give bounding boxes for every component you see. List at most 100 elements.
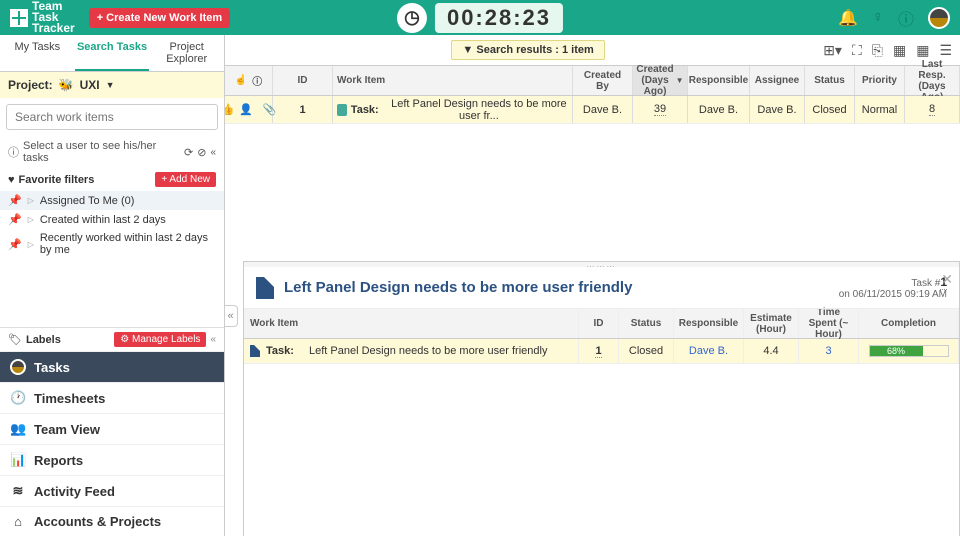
timer: ◷ 00:28:23: [397, 3, 563, 33]
nav-tasks[interactable]: Tasks: [0, 351, 224, 382]
nav-accounts[interactable]: ⌂Accounts & Projects: [0, 506, 224, 536]
clear-icon[interactable]: ⊘: [197, 146, 206, 159]
sort-desc-icon: ▼: [676, 76, 684, 85]
clock-icon[interactable]: ◷: [397, 3, 427, 33]
hand-icon[interactable]: ☝: [235, 75, 247, 86]
filter-created-2days[interactable]: 📌▷Created within last 2 days: [0, 210, 224, 229]
manage-labels-button[interactable]: ⚙ Manage Labels: [114, 332, 206, 347]
collapse-handle[interactable]: «: [225, 305, 238, 327]
dcol-responsible[interactable]: Responsible: [674, 309, 744, 338]
nav-reports[interactable]: 📊Reports: [0, 444, 224, 475]
nav-activity-feed[interactable]: ≋Activity Feed: [0, 475, 224, 506]
chart-icon: 📊: [10, 452, 26, 468]
row-id: 1: [299, 104, 305, 116]
results-toolbar: ▼ Search results : 1 item ⊞▾ ⛶ ⎘ ▦ ▦ ☰: [225, 35, 960, 66]
logo-icon: [10, 9, 28, 27]
task-type-icon: [337, 104, 347, 116]
timer-value: 00:28:23: [435, 3, 563, 33]
grid-view-icon[interactable]: ▦: [916, 42, 929, 59]
crop-icon[interactable]: ⛶: [852, 42, 862, 59]
col-status[interactable]: Status: [805, 66, 855, 95]
col-assignee[interactable]: Assignee: [750, 66, 805, 95]
team-icon: 👥: [10, 421, 26, 437]
user-icon[interactable]: 👤: [239, 103, 253, 116]
row-last-resp: 8: [929, 103, 935, 116]
info-icon[interactable]: ⓘ: [898, 6, 914, 30]
refresh-icon[interactable]: ⟳: [184, 146, 193, 159]
add-filter-button[interactable]: + Add New: [155, 172, 216, 187]
row-created-days: 39: [654, 103, 666, 116]
create-work-item-button[interactable]: + Create New Work Item: [89, 8, 230, 28]
col-last-resp[interactable]: Last Resp. (Days Ago): [905, 66, 960, 95]
main-panel: ▼ Search results : 1 item ⊞▾ ⛶ ⎘ ▦ ▦ ☰ ☝…: [225, 35, 960, 536]
export-pdf-icon[interactable]: ⎘: [872, 42, 883, 59]
dcol-estimate[interactable]: Estimate (Hour): [744, 309, 799, 338]
dcol-status[interactable]: Status: [619, 309, 674, 338]
search-input[interactable]: [6, 104, 218, 130]
col-responsible[interactable]: Responsible: [688, 66, 750, 95]
col-work-item[interactable]: Work Item: [333, 66, 573, 95]
row-responsible: Dave B.: [688, 96, 750, 123]
project-name[interactable]: UXI: [80, 78, 100, 92]
detail-row[interactable]: Task: Left Panel Design needs to be more…: [244, 339, 959, 364]
close-icon[interactable]: ✕: [941, 271, 953, 288]
home-icon: ⌂: [10, 514, 26, 529]
tag-icon: 🏷: [8, 333, 22, 346]
detail-panel: ⋯⋯⋯ Left Panel Design needs to be more u…: [243, 261, 960, 536]
row-created-by: Dave B.: [573, 96, 633, 123]
dcol-work-item[interactable]: Work Item: [244, 309, 579, 338]
chevron-down-icon[interactable]: ▼: [106, 80, 115, 90]
dcol-id[interactable]: ID: [579, 309, 619, 338]
drow-time-spent[interactable]: 3: [825, 345, 831, 357]
project-icon: 🐝: [59, 78, 74, 92]
clock-icon: 🕐: [10, 390, 26, 406]
detail-meta: Task #1 on 06/11/2015 09:19 AM: [839, 275, 947, 300]
row-priority: Normal: [855, 96, 905, 123]
drow-responsible[interactable]: Dave B.: [689, 345, 728, 357]
heart-icon: ♥: [8, 174, 15, 186]
col-id[interactable]: ID: [273, 66, 333, 95]
collapse-icon[interactable]: «: [210, 334, 216, 345]
row-status: Closed: [805, 96, 855, 123]
thumbs-up-icon[interactable]: 👍: [225, 103, 234, 116]
export-excel-icon[interactable]: ▦: [893, 42, 906, 59]
detail-title: Left Panel Design needs to be more user …: [284, 279, 632, 296]
col-priority[interactable]: Priority: [855, 66, 905, 95]
pin-icon: 📌: [8, 238, 22, 251]
nav-team-view[interactable]: 👥Team View: [0, 413, 224, 444]
col-created-days[interactable]: Created (Days Ago)▼: [633, 66, 688, 95]
drow-id: 1: [595, 345, 601, 358]
filter-assigned-to-me[interactable]: 📌▷Assigned To Me (0): [0, 191, 224, 210]
avatar[interactable]: [928, 7, 950, 29]
select-user-hint: ⓘ Select a user to see his/her tasks ⟳ ⊘…: [0, 136, 224, 168]
row-name: Left Panel Design needs to be more user …: [390, 98, 568, 122]
tab-my-tasks[interactable]: My Tasks: [0, 35, 75, 71]
bell-icon[interactable]: 🔔: [838, 8, 858, 28]
pin-icon: 📌: [8, 213, 22, 226]
bulb-icon[interactable]: ♀: [872, 9, 884, 27]
col-created-by[interactable]: Created By: [573, 66, 633, 95]
app-header: Team Task Tracker + Create New Work Item…: [0, 0, 960, 35]
info-icon[interactable]: ⓘ: [252, 73, 262, 88]
detail-grid-header: Work Item ID Status Responsible Estimate…: [244, 309, 959, 339]
pin-icon: 📌: [8, 194, 22, 207]
dcol-completion[interactable]: Completion: [859, 309, 959, 338]
labels-title: Labels: [26, 334, 61, 346]
progress-bar: 68%: [869, 345, 949, 357]
nav-timesheets[interactable]: 🕐Timesheets: [0, 382, 224, 413]
feed-icon: ≋: [10, 483, 26, 499]
columns-icon[interactable]: ⊞▾: [823, 42, 842, 59]
dcol-time-spent[interactable]: Time Spent (~ Hour): [799, 309, 859, 338]
drow-name: Left Panel Design needs to be more user …: [309, 345, 547, 357]
drow-estimate: 4.4: [744, 339, 799, 363]
app-logo: Team Task Tracker: [10, 1, 75, 34]
tab-search-tasks[interactable]: Search Tasks: [75, 35, 150, 71]
collapse-icon[interactable]: «: [210, 147, 216, 158]
sidebar: My Tasks Search Tasks Project Explorer P…: [0, 35, 225, 536]
tab-project-explorer[interactable]: Project Explorer: [149, 35, 224, 71]
filter-recent-2days[interactable]: 📌▷Recently worked within last 2 days by …: [0, 229, 224, 259]
search-results-badge[interactable]: ▼ Search results : 1 item: [451, 40, 604, 60]
table-row[interactable]: 👍👤📎 1 Task: Left Panel Design needs to b…: [225, 96, 960, 124]
avatar-icon: [10, 359, 26, 375]
list-view-icon[interactable]: ☰: [939, 42, 952, 59]
